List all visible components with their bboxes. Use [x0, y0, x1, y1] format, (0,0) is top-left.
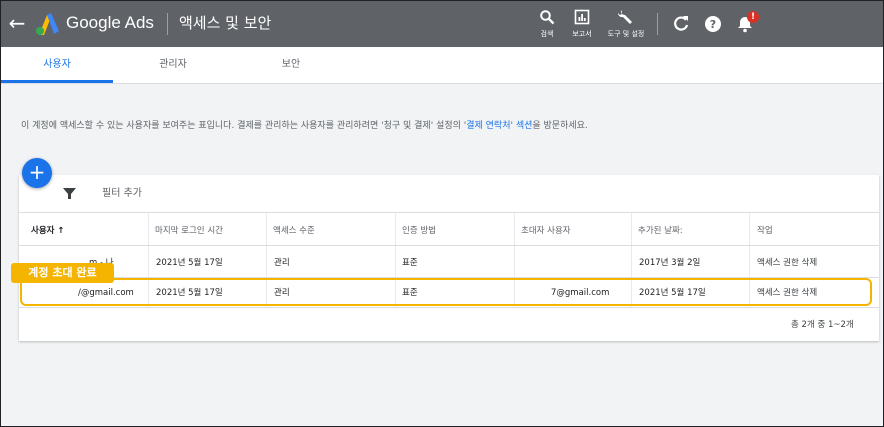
active-tab-indicator	[1, 80, 113, 83]
tools-settings-label: 도구 및 설정	[607, 30, 645, 38]
bar-chart-icon	[574, 9, 590, 25]
last-login-cell: 2021년 5월 17일	[156, 258, 223, 268]
reports-tool-label: 보고서	[572, 30, 592, 38]
highlight-outline	[20, 278, 872, 306]
help-icon[interactable]: ?	[703, 14, 723, 34]
column-header-auth-method[interactable]: 인증 방법	[402, 225, 436, 237]
page-description: 이 계정에 액세스할 수 있는 사용자를 보여주는 표입니다. 결제를 관리하는…	[21, 119, 588, 133]
pagination-text: 총 2개 중 1~2개	[791, 320, 854, 330]
add-user-button[interactable]: +	[22, 158, 52, 188]
page-title: 액세스 및 보안	[179, 14, 272, 32]
column-header-date-added[interactable]: 추가된 날짜:	[638, 225, 683, 237]
brand-name: Google Ads	[66, 13, 154, 32]
remove-access-link[interactable]: 액세스 권한 삭제	[757, 257, 817, 269]
svg-text:?: ?	[710, 18, 716, 31]
tab-users[interactable]: 사용자	[7, 47, 107, 83]
search-tool-label: 검색	[540, 30, 554, 38]
tab-managers[interactable]: 관리자	[123, 47, 223, 83]
column-header-access-level[interactable]: 액세스 수준	[273, 225, 315, 237]
description-text: 이 계정에 액세스할 수 있는 사용자를 보여주는 표입니다. 결제를 관리하는…	[21, 121, 467, 131]
tab-security[interactable]: 보안	[241, 47, 341, 83]
wrench-icon	[617, 10, 632, 24]
notification-badge: !	[747, 11, 759, 23]
column-header-last-login[interactable]: 마지막 로그인 시간	[155, 225, 223, 237]
column-header-user[interactable]: 사용자 ↑	[31, 225, 65, 237]
tab-bar: 사용자 관리자 보안	[1, 47, 883, 84]
invite-complete-badge: 계정 초대 완료	[11, 263, 114, 283]
top-app-bar: ← Google Ads 액세스 및 보안 검색 보고서 도구 및 설정 ? !	[1, 1, 883, 47]
search-tool-button[interactable]: 검색	[529, 9, 565, 39]
access-level-cell[interactable]: 관리	[274, 257, 290, 269]
title-divider	[167, 13, 168, 35]
arrow-left-icon[interactable]: ←	[7, 12, 27, 34]
row-divider	[19, 307, 879, 308]
tools-divider	[657, 13, 658, 35]
column-header-action: 작업	[757, 226, 773, 236]
reports-tool-button[interactable]: 보고서	[564, 9, 600, 39]
search-icon	[540, 10, 555, 25]
tools-settings-button[interactable]: 도구 및 설정	[606, 9, 646, 39]
header-divider	[19, 245, 879, 246]
app-window: ← Google Ads 액세스 및 보안 검색 보고서 도구 및 설정 ? !…	[0, 0, 884, 427]
add-filter-button[interactable]: 필터 추가	[102, 187, 142, 201]
billing-contacts-link[interactable]: 결제 연락처' 섹션	[466, 121, 532, 131]
column-header-inviter[interactable]: 초대자 사용자	[521, 225, 571, 237]
filter-icon[interactable]	[63, 187, 76, 200]
auth-method-cell: 표준	[402, 258, 418, 268]
description-end-text: 을 방문하세요.	[532, 121, 588, 131]
google-ads-logo	[36, 13, 59, 35]
refresh-icon[interactable]	[671, 14, 691, 34]
date-added-cell: 2017년 3월 2일	[639, 258, 701, 268]
